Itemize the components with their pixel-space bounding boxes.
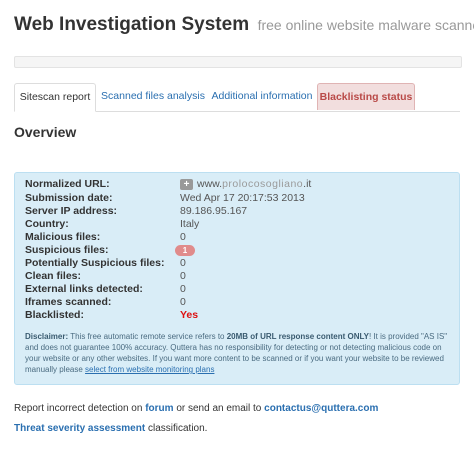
forum-link[interactable]: forum [145,403,173,414]
overview-heading: Overview [14,124,77,140]
disclaimer: Disclaimer: This free automatic remote s… [25,332,448,374]
url-blurred-part: prolocosogliano [222,178,304,190]
scan-progress-bar [14,56,462,68]
field-value: 0 [180,283,186,295]
threat-line: Threat severity assessment classificatio… [14,423,208,434]
field-label: Suspicious files: [25,244,109,256]
blacklisted-value: Yes [180,309,199,321]
field-value: Wed Apr 17 20:17:53 2013 [180,192,305,204]
normalized-url-value: + www.prolocosogliano.it [180,178,311,191]
field-label: Submission date: [25,192,113,204]
app-title: Web Investigation System [14,14,250,35]
monitoring-plans-link[interactable]: select from website monitoring plans [85,365,214,374]
plus-icon[interactable]: + [180,178,193,190]
report-tabs: Sitescan report Scanned files analysis A… [14,83,460,112]
field-label: Clean files: [25,270,82,282]
threat-severity-link[interactable]: Threat severity assessment [14,423,145,434]
tab-scanned-files-analysis[interactable]: Scanned files analysis [100,83,206,110]
field-value: Italy [180,218,200,230]
overview-panel: Normalized URL: + www.prolocosogliano.it … [14,172,460,385]
report-line: Report incorrect detection on forum or s… [14,403,379,414]
field-label: Potentially Suspicious files: [25,257,165,269]
suspicious-count-badge: 1 [175,245,195,256]
email-link[interactable]: contactus@quttera.com [264,403,378,414]
disclaimer-label: Disclaimer: [25,332,69,341]
tab-sitescan-report[interactable]: Sitescan report [14,83,96,112]
field-label: Country: [25,218,69,230]
field-label: Blacklisted: [25,309,84,321]
field-value: 89.186.95.167 [180,205,248,217]
field-label: Server IP address: [25,205,118,217]
field-label: External links detected: [25,283,143,295]
field-value: 0 [180,257,186,269]
page: Web Investigation System free online web… [0,0,474,455]
header: Web Investigation System free online web… [14,14,474,36]
field-label: Malicious files: [25,231,101,243]
app-subtitle: free online website malware scanner [257,17,474,33]
field-label: Normalized URL: [25,178,110,190]
field-label: Iframes scanned: [25,296,112,308]
field-value: 0 [180,270,186,282]
tab-blacklisting-status[interactable]: Blacklisting status [317,83,415,110]
field-value: 0 [180,231,186,243]
field-value: 0 [180,296,186,308]
tab-additional-information[interactable]: Additional information [210,83,314,110]
disclaimer-limit: 20MB of URL response content ONLY [226,332,369,341]
